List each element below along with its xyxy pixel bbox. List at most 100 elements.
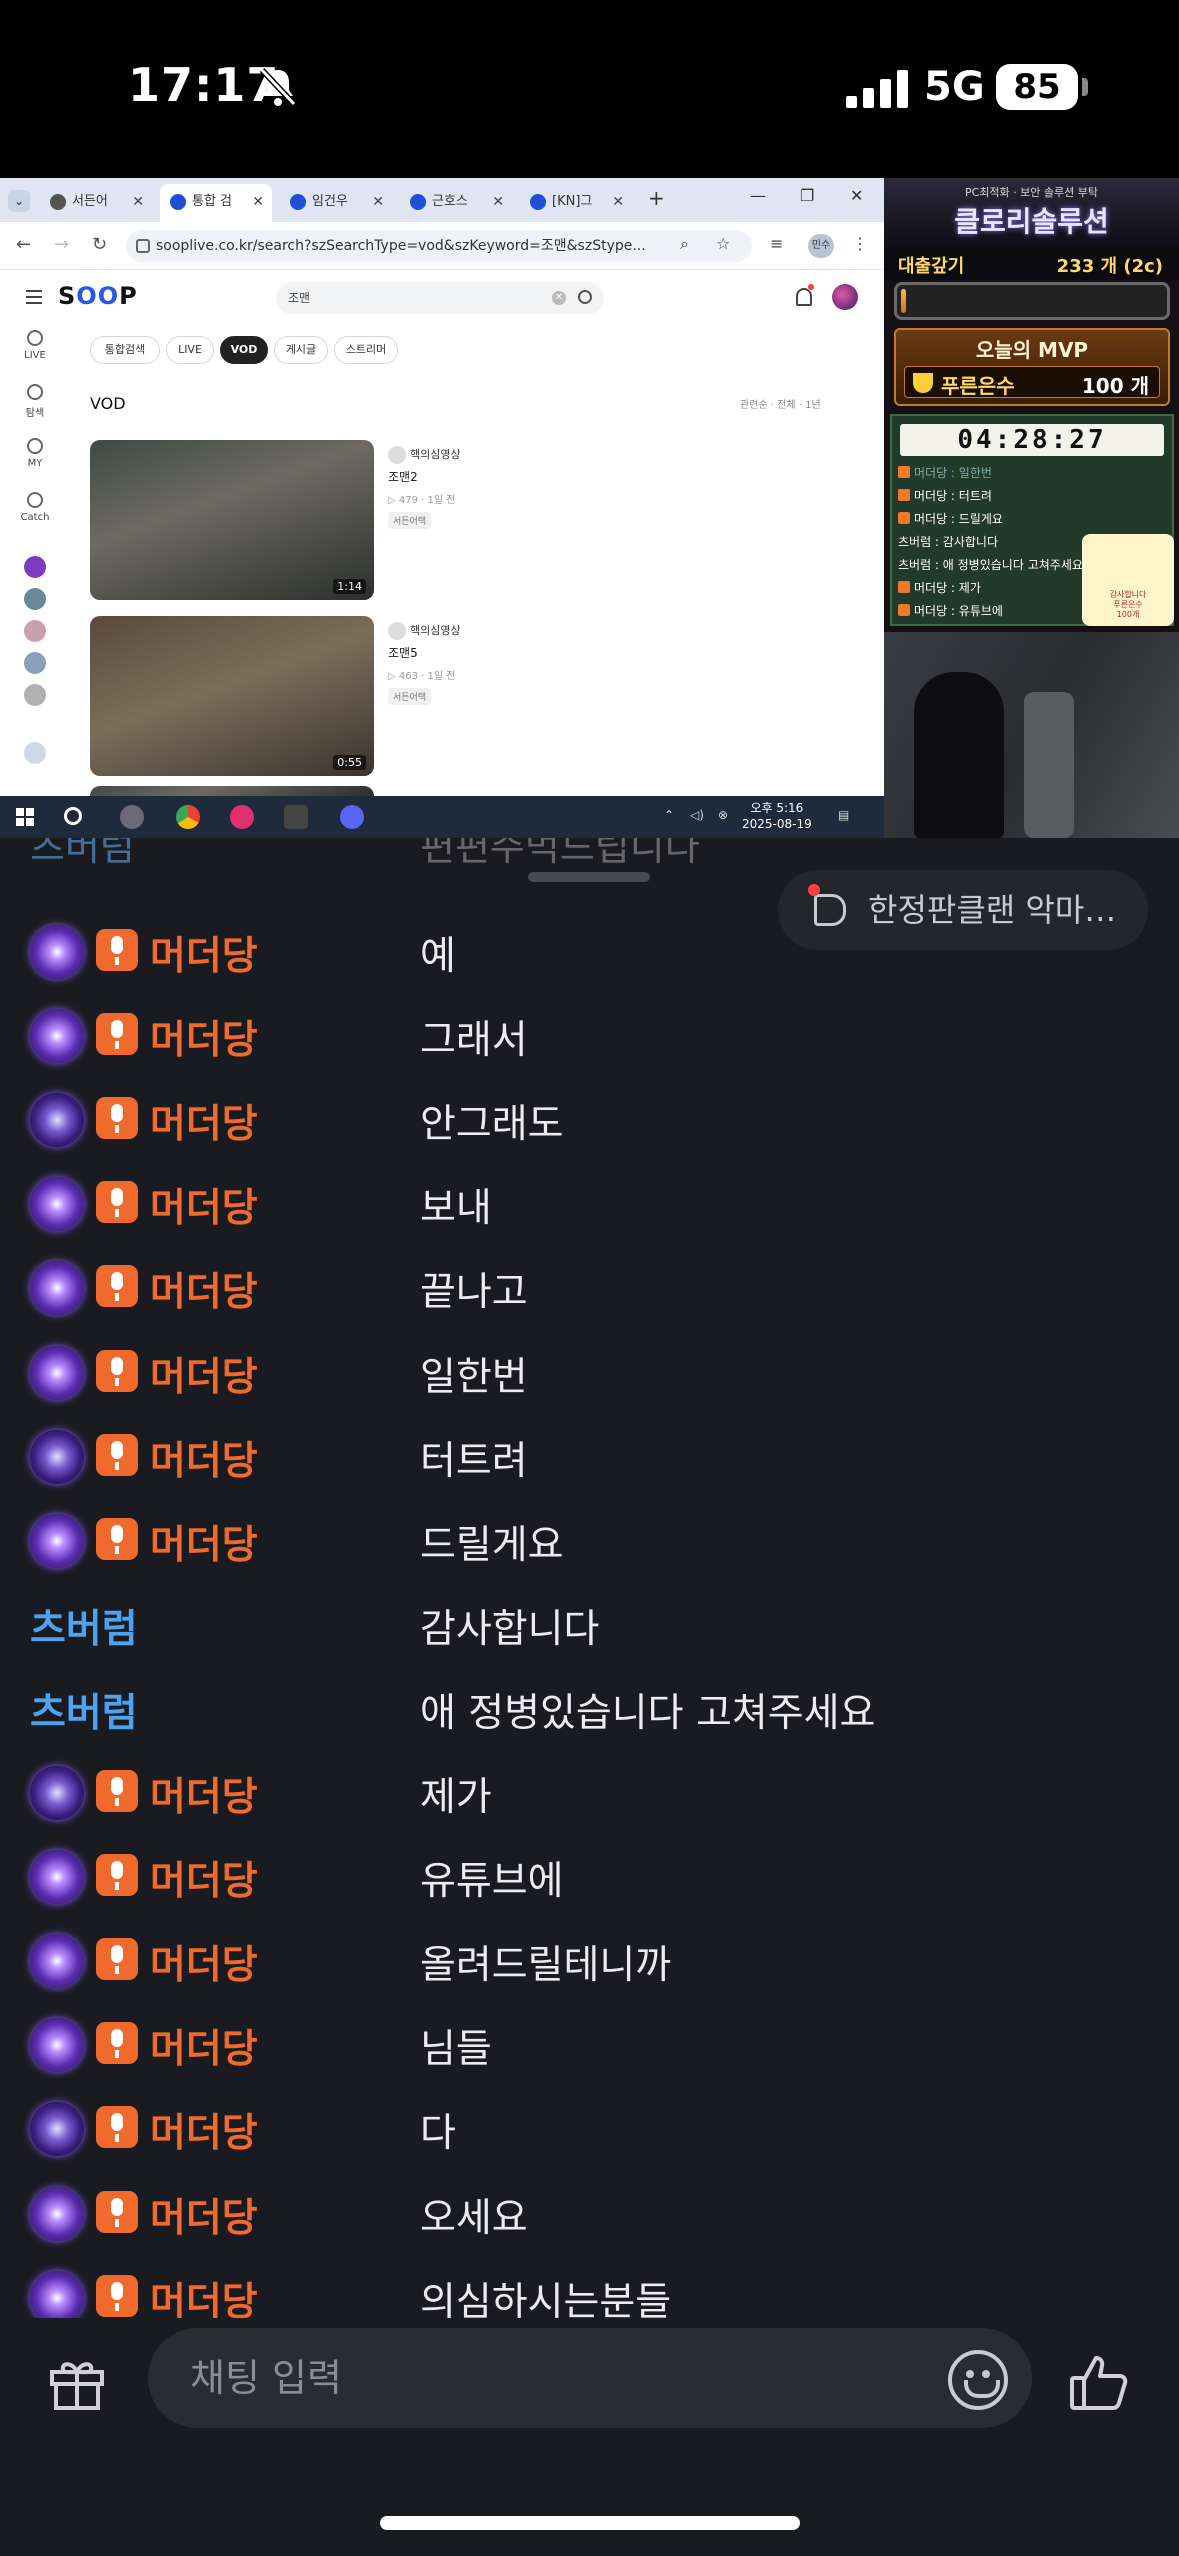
fan-badge-icon	[30, 2102, 84, 2157]
thumbs-up-icon[interactable]	[1068, 2350, 1132, 2414]
tab-list-icon: ≡	[770, 234, 784, 253]
microphone-icon	[96, 1517, 138, 1560]
chat-text: 유튜브에	[420, 1859, 564, 1905]
mute-icon: ⊗	[718, 808, 729, 822]
fan-badge-icon	[30, 1429, 84, 1484]
overlay-log-row: 머더당 : 터트려	[898, 485, 1168, 508]
chat-message[interactable]: 츠버럼 애 정병있습니다 고쳐주세요	[0, 1670, 1179, 1754]
fan-badge-icon	[30, 1513, 84, 1568]
chat-nick[interactable]: 머더당	[150, 925, 258, 981]
chat-message[interactable]: 머더당 안그래도	[0, 1081, 1179, 1165]
vod-channel: 핵의심영상	[388, 446, 461, 464]
goal-progress-fill	[901, 289, 907, 313]
webcam-feed	[884, 632, 1179, 838]
section-title: VOD	[90, 394, 126, 413]
trophy-icon	[913, 373, 933, 393]
vod-tag: 서든어택	[388, 688, 432, 705]
chat-message[interactable]: 머더당 드릴게요	[0, 1502, 1179, 1586]
fan-badge-icon	[30, 1934, 84, 1989]
chat-nick: 츠버럼	[30, 838, 135, 869]
browser-tab: 임건우 ✕	[280, 184, 392, 222]
chat-message[interactable]: 머더당 올려드릴테니까	[0, 1922, 1179, 2006]
microphone-icon	[96, 1097, 138, 1140]
restore-icon: ❐	[800, 186, 815, 205]
video-player[interactable]: ⌄ 서든어 ✕ 통합 검 ✕ 임건우 ✕ 근호스 ✕ [KN]그 ✕ + — ❐ ✕ ← …	[0, 178, 1179, 838]
new-tab-icon: +	[648, 186, 665, 210]
chip-vod: VOD	[220, 336, 268, 364]
chat-nick[interactable]: 머더당	[150, 1934, 258, 1990]
favorite-avatar	[24, 742, 46, 764]
mvp-row: 푸른은수 100 개	[904, 366, 1160, 398]
browser-tab: [KN]그 ✕	[520, 184, 632, 222]
chat-input[interactable]: 채팅 입력	[148, 2328, 1032, 2428]
chat-nick[interactable]: 머더당	[150, 1850, 258, 1906]
microphone-icon	[96, 1770, 138, 1812]
windows-taskbar: ⌃ ◁) ⊗ 오후 5:16 2025-08-19 ▤	[0, 796, 884, 838]
chat-message[interactable]: 머더당 오세요	[0, 2175, 1179, 2259]
sort-options: 관련순 · 전체 · 1년	[740, 400, 821, 411]
chat-nick[interactable]: 머더당	[150, 1766, 258, 1822]
microphone-icon	[96, 1938, 138, 1981]
fan-badge-icon	[30, 1177, 84, 1232]
vod-stats: ▷ 479 · 1일 전	[388, 495, 456, 506]
favorite-avatar	[24, 684, 46, 706]
chat-text: 예	[420, 934, 456, 979]
gift-icon[interactable]	[46, 2352, 108, 2414]
vod-stats: ▷ 463 · 1일 전	[388, 671, 456, 682]
donation-sticker: 감사합니다 푸른은수 100개	[1082, 534, 1174, 626]
battery-level: 85	[996, 64, 1078, 110]
overlay-log-row: 머더당 : 드릴게요	[898, 508, 1168, 531]
chat-nick[interactable]: 머더당	[150, 1177, 258, 1233]
chat-nick[interactable]: 머더당	[150, 1261, 258, 1317]
back-icon: ←	[16, 234, 32, 255]
nav-live: LIVE	[0, 330, 70, 361]
chat-text: 의심하시는분들	[420, 2279, 672, 2318]
chat-message[interactable]: 츠버럼 감사합니다	[0, 1586, 1179, 1670]
notification-center-icon: ▤	[838, 808, 850, 822]
overlay-log-row: 머더당 : 일한번	[898, 462, 1168, 485]
chat-nick[interactable]: 츠버럼	[30, 1598, 138, 1654]
chat-nick[interactable]: 머더당	[150, 2271, 258, 2318]
chat-message[interactable]: 머더당 보내	[0, 1165, 1179, 1249]
drag-handle[interactable]	[528, 872, 650, 882]
chat-nick[interactable]: 머더당	[150, 2187, 258, 2243]
chat-message[interactable]: 머더당 제가	[0, 1754, 1179, 1838]
home-indicator	[380, 2516, 800, 2530]
chat-message[interactable]: 머더당 다	[0, 2090, 1179, 2174]
chat-message[interactable]: 머더당 터트려	[0, 1418, 1179, 1502]
chat-message[interactable]: 머더당 님들	[0, 2006, 1179, 2090]
microphone-icon	[96, 1854, 138, 1897]
emoji-icon[interactable]	[948, 2350, 1008, 2410]
chat-nick[interactable]: 머더당	[150, 1009, 258, 1065]
chat-text: 님들	[420, 2027, 492, 2073]
windows-start-icon	[16, 808, 34, 826]
fan-badge-icon	[30, 2186, 84, 2241]
chat-text: 감사합니다	[420, 1606, 600, 1652]
chat-message[interactable]: 머더당 그래서	[0, 997, 1179, 1081]
microphone-icon	[96, 2190, 138, 2233]
chat-message[interactable]: 머더당 의심하시는분들	[0, 2259, 1179, 2318]
chat-nick[interactable]: 머더당	[150, 2102, 258, 2158]
goal-progress-bar	[894, 282, 1170, 320]
nav-catch: Catch	[0, 492, 70, 523]
discord-icon	[340, 805, 364, 829]
chat-nick[interactable]: 머더당	[150, 1346, 258, 1402]
close-icon: ✕	[850, 186, 864, 205]
chat-nick[interactable]: 머더당	[150, 1430, 258, 1486]
chat-nick[interactable]: 머더당	[150, 1093, 258, 1149]
bookmark-star-icon: ☆	[716, 234, 731, 253]
left-nav: LIVE 탐색 MY Catch	[0, 330, 70, 790]
stream-timer: 04:28:27	[900, 424, 1164, 456]
volume-icon: ◁)	[690, 808, 704, 822]
chat-message[interactable]: 머더당 예	[0, 913, 1179, 997]
chat-nick[interactable]: 머더당	[150, 1514, 258, 1570]
fan-badge-icon	[30, 1345, 84, 1400]
chat-text: 오세요	[420, 2195, 528, 2241]
chat-message[interactable]: 머더당 끝나고	[0, 1249, 1179, 1333]
chat-nick[interactable]: 츠버럼	[30, 1682, 138, 1738]
vod-title: 조맨2	[388, 470, 418, 484]
chat-message[interactable]: 머더당 일한번	[0, 1334, 1179, 1418]
chat-nick[interactable]: 머더당	[150, 2018, 258, 2074]
chat-message[interactable]: 머더당 유튜브에	[0, 1838, 1179, 1922]
chat-panel[interactable]: 츠버럼 편편주먹드립니다 한정판클랜 악마… 머더당 예 머더당 그래서 머더당 안그래도…	[0, 838, 1179, 2318]
